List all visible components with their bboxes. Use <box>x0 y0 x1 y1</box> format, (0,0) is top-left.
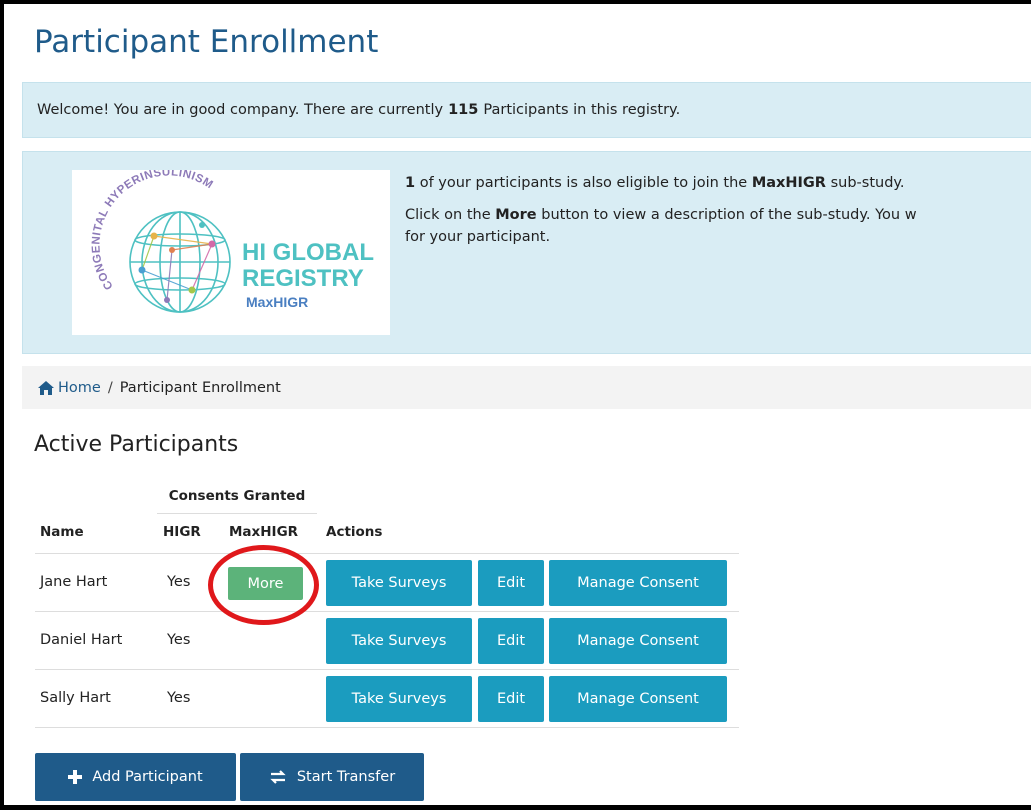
manage-consent-button[interactable]: Manage Consent <box>549 560 727 606</box>
manage-consent-button[interactable]: Manage Consent <box>549 618 727 664</box>
participant-count: 115 <box>448 102 479 118</box>
welcome-alert: Welcome! You are in good company. There … <box>22 82 1031 138</box>
logo-line-2: REGISTRY <box>242 265 364 292</box>
start-transfer-button[interactable]: Start Transfer <box>240 753 424 801</box>
manage-consent-button[interactable]: Manage Consent <box>549 676 727 722</box>
breadcrumb-separator: / <box>107 379 113 396</box>
breadcrumb-home-label: Home <box>58 379 101 396</box>
logo-line-1: HI GLOBAL <box>242 239 374 266</box>
consents-granted-header: Consents Granted <box>157 484 317 514</box>
eligibility-line: 1 of your participants is also eligible … <box>405 172 1031 194</box>
transfer-icon <box>269 769 287 785</box>
welcome-text-end: Participants in this registry. <box>483 102 681 118</box>
eligible-text-a: of your participants is also eligible to… <box>419 175 748 191</box>
add-participant-button[interactable]: Add Participant <box>35 753 236 801</box>
participant-name: Daniel Hart <box>40 632 123 648</box>
click-more-word: More <box>495 207 537 223</box>
start-transfer-label: Start Transfer <box>296 769 396 785</box>
eligible-text-b: sub-study. <box>830 175 905 191</box>
edit-button[interactable]: Edit <box>478 560 544 606</box>
click-text-b: button to view a description of the sub-… <box>541 207 917 223</box>
substudy-alert: CONGENITAL HYPERINSULINISM HI GLOBAL REG… <box>22 151 1031 354</box>
home-icon <box>38 380 54 395</box>
take-surveys-button[interactable]: Take Surveys <box>326 560 472 606</box>
breadcrumb: Home / Participant Enrollment <box>22 366 1031 409</box>
breadcrumb-current: Participant Enrollment <box>119 379 281 396</box>
logo-line-3: MaxHIGR <box>246 294 308 310</box>
section-title: Active Participants <box>34 432 239 457</box>
edit-button[interactable]: Edit <box>478 618 544 664</box>
take-surveys-button[interactable]: Take Surveys <box>326 618 472 664</box>
column-header-higr: HIGR <box>163 524 201 540</box>
column-header-maxhigr: MaxHIGR <box>229 524 299 540</box>
page-frame: Participant Enrollment Welcome! You are … <box>0 0 1031 810</box>
plus-icon <box>68 770 83 784</box>
column-header-name: Name <box>40 524 84 540</box>
column-header-actions: Actions <box>326 524 383 540</box>
higr-consent-value: Yes <box>167 632 191 648</box>
participant-name: Jane Hart <box>40 574 108 590</box>
higr-consent-value: Yes <box>167 574 191 590</box>
add-participant-label: Add Participant <box>92 769 203 785</box>
higr-consent-value: Yes <box>167 690 191 706</box>
instructions-line: Click on the More button to view a descr… <box>405 204 1031 248</box>
more-button[interactable]: More <box>228 567 303 600</box>
eligible-study-name: MaxHIGR <box>751 175 826 191</box>
take-surveys-button[interactable]: Take Surveys <box>326 676 472 722</box>
table-row: Jane Hart Yes More Take Surveys Edit Man… <box>35 554 739 612</box>
page-title: Participant Enrollment <box>34 24 379 60</box>
eligible-count: 1 <box>405 175 416 191</box>
welcome-text: Welcome! You are in good company. There … <box>37 102 444 118</box>
maxhigr-logo: CONGENITAL HYPERINSULINISM HI GLOBAL REG… <box>72 166 390 335</box>
click-text-c: for your participant. <box>405 229 551 245</box>
table-row: Sally Hart Yes Take Surveys Edit Manage … <box>35 670 739 728</box>
substudy-text: 1 of your participants is also eligible … <box>405 172 1031 258</box>
click-text-a: Click on the <box>405 207 491 223</box>
breadcrumb-home-link[interactable]: Home <box>38 380 101 396</box>
edit-button[interactable]: Edit <box>478 676 544 722</box>
table-row: Daniel Hart Yes Take Surveys Edit Manage… <box>35 612 739 670</box>
participant-name: Sally Hart <box>40 690 111 706</box>
